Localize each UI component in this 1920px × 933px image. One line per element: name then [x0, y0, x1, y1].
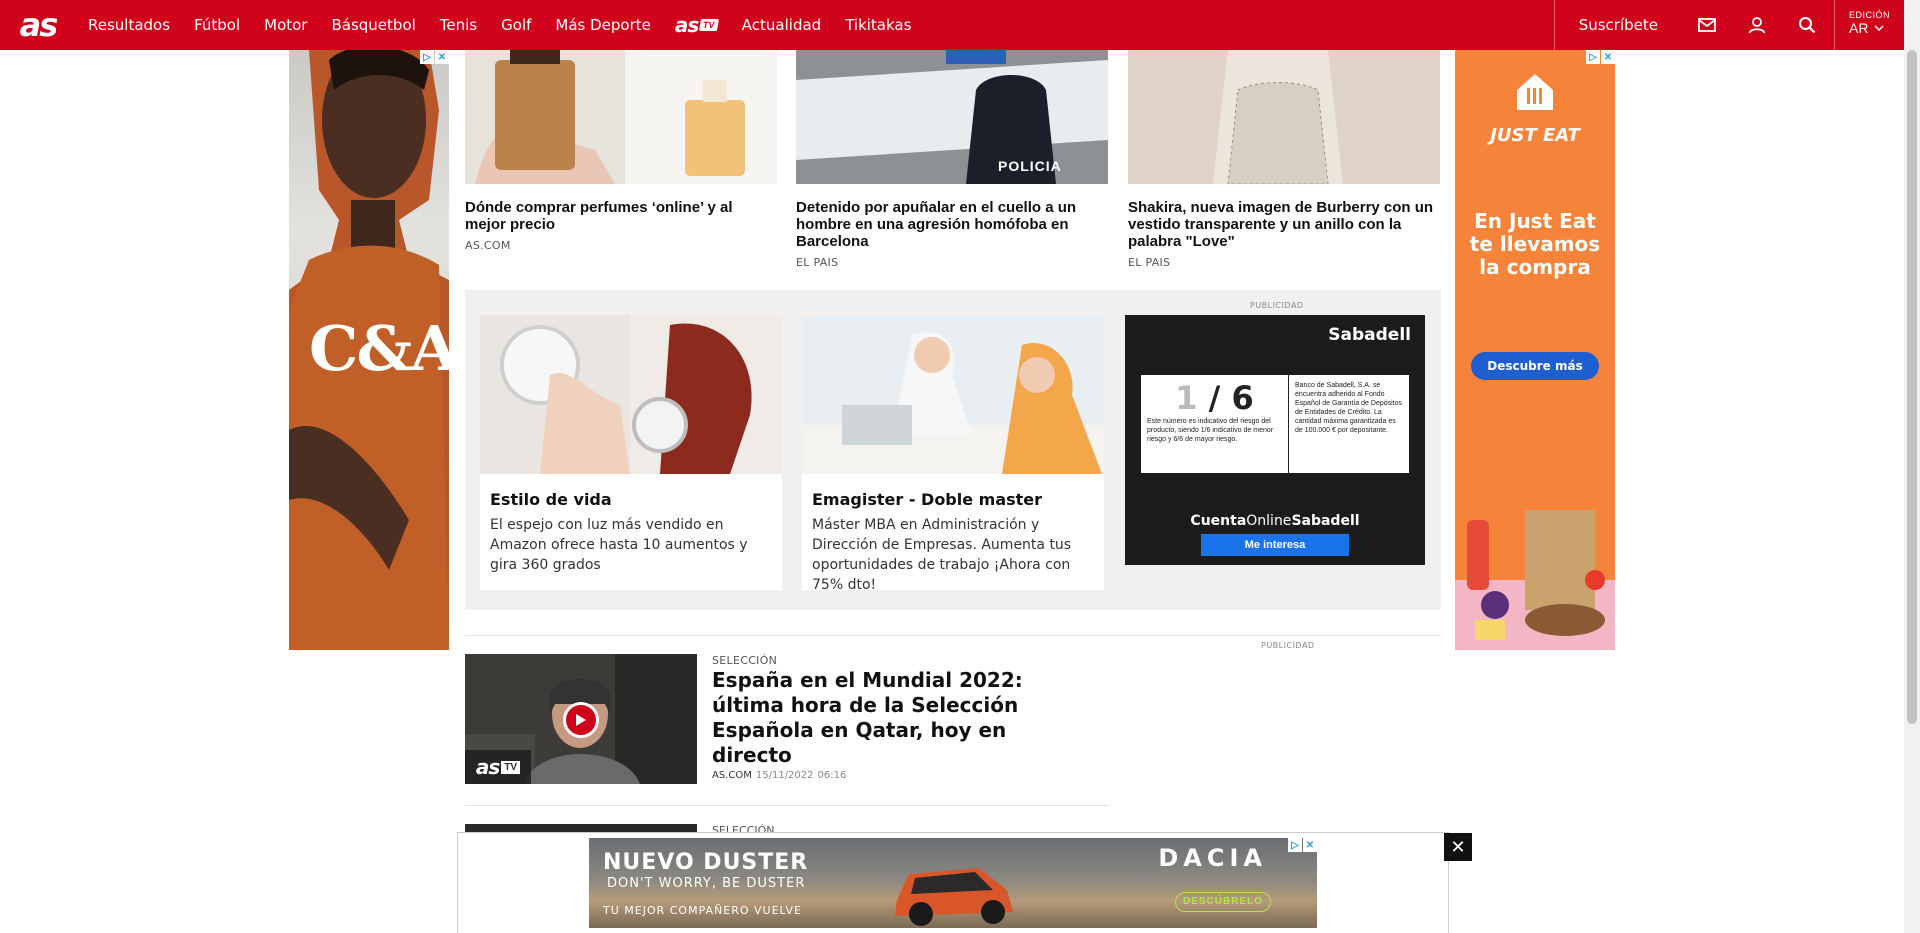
- news-source: AS.COM: [712, 770, 752, 781]
- ad-close-icon[interactable]: ✕: [1303, 838, 1317, 852]
- risk-fraction: 1 / 6: [1175, 379, 1254, 417]
- just-eat-text: JUST EAT: [1490, 125, 1580, 146]
- page-scrollbar[interactable]: [1904, 0, 1920, 933]
- article-image: [465, 50, 777, 184]
- advertising-label: PUBLICIDAD: [1261, 641, 1315, 650]
- car-image: [895, 868, 1013, 926]
- ad-brand-logo: C&A: [309, 312, 449, 385]
- police-vest-text: POLICIA: [998, 158, 1062, 174]
- article-source: AS.COM: [465, 239, 511, 252]
- article-source: EL PAIS: [1128, 256, 1171, 269]
- article-card[interactable]: Shakira, nueva imagen de Burberry con un…: [1128, 50, 1440, 269]
- astv-tv-badge: TV: [699, 19, 719, 31]
- edition-label: EDICIÓN: [1849, 10, 1891, 20]
- adchoices-icon[interactable]: ▷: [1586, 50, 1600, 64]
- header-actions: Suscríbete EDICIÓN AR: [1553, 0, 1904, 50]
- adchoices-icon[interactable]: ▷: [1288, 838, 1302, 852]
- nav-item-astv[interactable]: as TV: [663, 0, 730, 50]
- ad-close-icon[interactable]: ✕: [1601, 50, 1615, 64]
- astv-badge: as TV: [465, 750, 531, 784]
- subscribe-button[interactable]: Suscríbete: [1553, 0, 1682, 50]
- adchoices[interactable]: ▷ ✕: [420, 50, 449, 64]
- sabadell-product: CuentaOnlineSabadell: [1190, 513, 1360, 529]
- dacia-line1: NUEVO DUSTER: [603, 850, 809, 875]
- news-date: 15/11/2022: [755, 770, 814, 781]
- news-kicker[interactable]: SELECCIÓN: [712, 654, 777, 667]
- article-image: POLICIA: [796, 50, 1108, 184]
- article-title[interactable]: Detenido por apuñalar en el cuello a un …: [796, 199, 1108, 250]
- main-nav: Resultados Fútbol Motor Básquetbol Tenis…: [76, 0, 923, 50]
- adchoices[interactable]: ▷ ✕: [1586, 50, 1615, 64]
- astv-as-text: as: [674, 13, 699, 37]
- dacia-banner-ad[interactable]: NUEVO DUSTER DON'T WORRY, BE DUSTER TU M…: [589, 838, 1317, 928]
- article-source: EL PAIS: [796, 256, 839, 269]
- video-thumbnail[interactable]: as TV: [465, 654, 697, 784]
- play-icon[interactable]: [563, 702, 599, 738]
- chevron-down-icon: [1874, 25, 1884, 31]
- advertising-label: PUBLICIDAD: [1250, 301, 1304, 310]
- risk-note: Este número es indicativo del riesgo del…: [1147, 418, 1274, 443]
- article-card[interactable]: Dónde comprar perfumes ‘online’ y al mej…: [465, 50, 777, 252]
- just-eat-cta-button[interactable]: Descubre más: [1471, 352, 1599, 380]
- adchoices-icon[interactable]: ▷: [420, 50, 434, 64]
- news-divider: [465, 805, 1109, 806]
- nav-item-basquetbol[interactable]: Básquetbol: [319, 0, 427, 50]
- sponsored-description[interactable]: Máster MBA en Administración y Dirección…: [802, 509, 1104, 595]
- me-interesa-button[interactable]: Me interesa: [1201, 534, 1349, 556]
- scrollbar-thumb[interactable]: [1907, 50, 1917, 724]
- sabadell-logo: Sabadell: [1328, 325, 1411, 345]
- search-icon[interactable]: [1782, 0, 1832, 50]
- risk-panel: 1 / 6 Este número es indicativo del ries…: [1141, 375, 1409, 473]
- edition-selector[interactable]: EDICIÓN AR: [1834, 0, 1904, 50]
- descubrelo-button[interactable]: DESCÚBRELO: [1175, 892, 1271, 912]
- groceries-image: [1455, 510, 1615, 650]
- close-ad-button[interactable]: ✕: [1444, 833, 1472, 861]
- edition-value: AR: [1849, 20, 1890, 36]
- just-eat-logo: JUST EAT: [1455, 70, 1615, 146]
- nav-item-tenis[interactable]: Tenis: [428, 0, 489, 50]
- nav-item-tikitakas[interactable]: Tikitakas: [833, 0, 923, 50]
- article-title[interactable]: Shakira, nueva imagen de Burberry con un…: [1128, 199, 1440, 250]
- news-time: 06:16: [817, 770, 847, 781]
- sponsored-description[interactable]: El espejo con luz más vendido en Amazon …: [480, 509, 782, 575]
- mail-icon[interactable]: [1682, 0, 1732, 50]
- article-card[interactable]: POLICIA Detenido por apuñalar en el cuel…: [796, 50, 1108, 269]
- dacia-line3: TU MEJOR COMPAÑERO VUELVE: [603, 904, 802, 917]
- top-navigation-bar: as Resultados Fútbol Motor Básquetbol Te…: [0, 0, 1904, 50]
- sticky-bottom-ad: ✕ NUEVO DUSTER DON'T WORRY, BE DUSTER TU…: [457, 832, 1472, 933]
- news-item[interactable]: as TV SELECCIÓN España en el Mundial 2022…: [465, 654, 1109, 784]
- nav-item-motor[interactable]: Motor: [252, 0, 319, 50]
- article-image: [1128, 50, 1440, 184]
- nav-item-actualidad[interactable]: Actualidad: [730, 0, 833, 50]
- user-icon[interactable]: [1732, 0, 1782, 50]
- article-title[interactable]: Dónde comprar perfumes ‘online’ y al mej…: [465, 199, 777, 233]
- nav-item-golf[interactable]: Golf: [489, 0, 543, 50]
- sponsored-card[interactable]: Emagister - Doble master Máster MBA en A…: [802, 315, 1104, 593]
- sponsored-content-box: Estilo de vida El espejo con luz más ven…: [465, 290, 1441, 610]
- as-logo[interactable]: as: [0, 0, 76, 50]
- left-skyscraper-ad[interactable]: C&A ▷ ✕: [289, 50, 449, 650]
- news-headline[interactable]: España en el Mundial 2022: última hora d…: [712, 668, 1072, 768]
- sabadell-ad[interactable]: Sabadell 1 / 6 Este número es indicativo…: [1125, 315, 1425, 565]
- guarantee-text: Banco de Sabadell, S.A. se encuentra adh…: [1295, 382, 1403, 434]
- sponsored-title[interactable]: Emagister - Doble master: [802, 474, 1104, 509]
- adchoices[interactable]: ▷ ✕: [1288, 838, 1317, 852]
- nav-item-mas-deporte[interactable]: Más Deporte: [543, 0, 662, 50]
- risk-indicator: 1 / 6 Este número es indicativo del ries…: [1141, 375, 1289, 473]
- section-divider: [465, 635, 1441, 636]
- dacia-line2: DON'T WORRY, BE DUSTER: [607, 876, 806, 891]
- dacia-logo: DACIA: [1158, 844, 1267, 872]
- sponsored-image: [480, 315, 782, 474]
- house-fork-icon: [1517, 74, 1553, 110]
- just-eat-headline: En Just Eat te llevamos la compra: [1469, 209, 1601, 279]
- sponsored-title[interactable]: Estilo de vida: [480, 474, 782, 509]
- right-skyscraper-ad[interactable]: JUST EAT En Just Eat te llevamos la comp…: [1455, 50, 1615, 650]
- sponsored-image: [802, 315, 1104, 474]
- sponsored-card[interactable]: Estilo de vida El espejo con luz más ven…: [480, 315, 782, 590]
- news-meta: AS.COM 15/11/2022 06:16: [712, 770, 846, 781]
- nav-item-resultados[interactable]: Resultados: [76, 0, 182, 50]
- ad-close-icon[interactable]: ✕: [435, 50, 449, 64]
- nav-item-futbol[interactable]: Fútbol: [182, 0, 252, 50]
